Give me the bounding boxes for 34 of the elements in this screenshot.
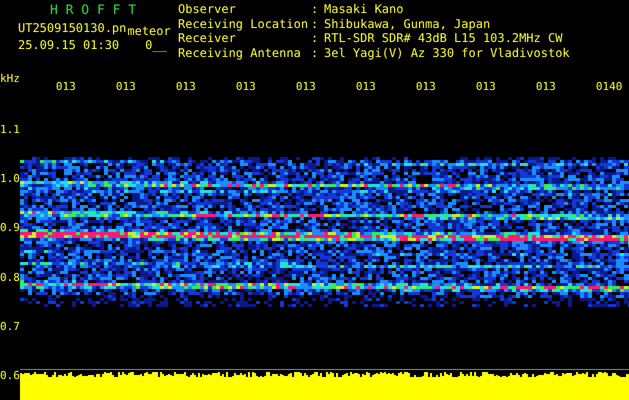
info-separator: : [311, 33, 320, 47]
frequency-label: 0.7 [0, 318, 20, 335]
info-label: Observer [178, 4, 237, 18]
info-label: Receiving Antenna [178, 48, 302, 62]
count-text: 0__ [145, 39, 167, 52]
info-value: RTL-SDR SDR# 43dB L15 103.2MHz CW [324, 33, 564, 47]
info-value: Masaki Kano [324, 4, 404, 18]
time-label: 013 [416, 80, 437, 95]
time-label: 0140 [596, 80, 624, 95]
time-label: 013 [476, 80, 497, 95]
time-label: 013 [116, 80, 137, 95]
unit-label: kHz [0, 71, 20, 87]
info-separator: : [311, 48, 320, 62]
time-label: 013 [176, 80, 197, 95]
frequency-label: 1.1 [0, 122, 20, 138]
app-title: H R O F F T [49, 4, 138, 18]
time-label: 013 [356, 80, 377, 95]
info-label: Receiver [178, 33, 237, 47]
frequency-label: 0.9 [0, 220, 20, 236]
info-separator: : [311, 4, 320, 18]
info-value: Shibukawa, Gunma, Japan [324, 18, 492, 32]
frequency-label: 0.8 [0, 270, 20, 286]
time-label: 013 [236, 80, 257, 95]
time-label: 013 [296, 80, 317, 95]
info-value: 3el Yagi(V) Az 330 for Vladivostok [324, 48, 570, 62]
frequency-label: 1.0 [0, 171, 20, 188]
event-tag: meteor [127, 25, 171, 38]
time-label: 013 [536, 80, 557, 95]
frequency-label: 0.6 [0, 368, 20, 384]
info-label: Receiving Location [178, 18, 310, 32]
date-time: 25.09.15 01:30 [18, 39, 120, 52]
time-label: 013 [56, 80, 77, 95]
info-separator: : [311, 18, 320, 32]
file-name: UT2509150130.pn [18, 22, 126, 35]
